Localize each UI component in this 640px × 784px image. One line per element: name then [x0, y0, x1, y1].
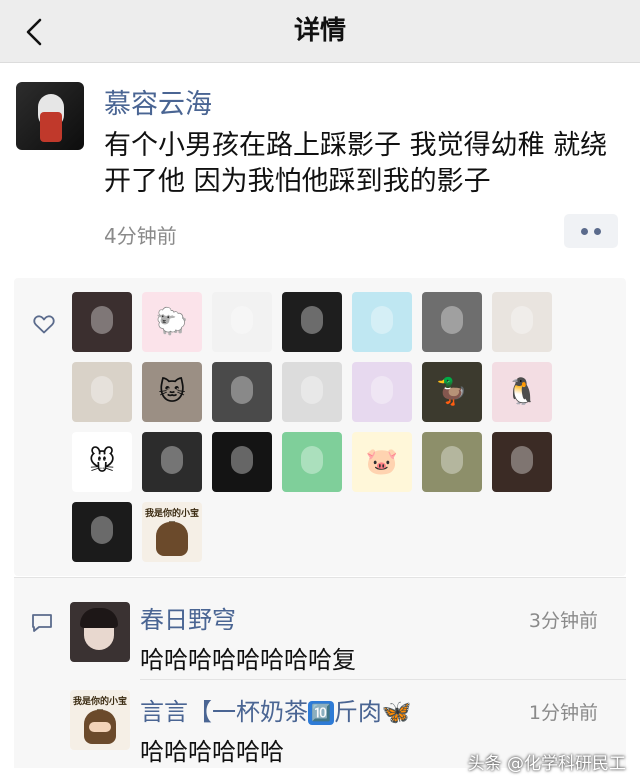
more-dots-icon	[594, 227, 601, 235]
like-avatar[interactable]	[212, 292, 272, 352]
avatar-silhouette	[511, 306, 533, 334]
author-avatar[interactable]	[16, 82, 84, 150]
divider	[140, 679, 626, 680]
avatar-silhouette	[371, 306, 393, 334]
comment-text: 哈哈哈哈哈哈哈哈复	[140, 646, 356, 674]
avatar-glyph: 🦆	[435, 377, 469, 407]
like-avatar[interactable]: 🐷	[352, 432, 412, 492]
avatar-silhouette	[301, 306, 323, 334]
post-content: 有个小男孩在路上踩影子 我觉得幼稚 就绕开了他 因为我怕他踩到我的影子	[104, 130, 608, 197]
like-avatar[interactable]: 🐭	[72, 432, 132, 492]
avatar-silhouette	[91, 516, 113, 544]
avatar-hair	[80, 608, 118, 628]
likes-section: 🐑 🐱 🦆 🐧 🐭 🐷 我是你的小宝贝	[14, 278, 626, 576]
like-avatar[interactable]: 🐑	[142, 292, 202, 352]
commenter-name[interactable]: 春日野穹	[140, 600, 236, 635]
avatar-figure	[156, 522, 188, 556]
avatar-silhouette	[231, 306, 253, 334]
comment-avatar[interactable]	[70, 602, 130, 662]
comment-avatar[interactable]: 我是你的小宝贝	[70, 690, 130, 750]
heart-icon	[33, 315, 55, 334]
like-avatar[interactable]: 🦆	[422, 362, 482, 422]
avatar-silhouette	[161, 446, 183, 474]
comment-time: 3分钟前	[528, 610, 598, 632]
more-button[interactable]	[564, 214, 618, 248]
commenter-name-prefix: 言言【一杯奶茶	[140, 698, 308, 726]
avatar-glyph: 🐧	[505, 377, 539, 407]
butterfly-emoji: 🦋	[381, 698, 412, 726]
avatar-silhouette	[371, 376, 393, 404]
top-bar: 详情	[0, 0, 640, 63]
avatar-glyph: 🐑	[155, 307, 189, 337]
commenter-name[interactable]: 言言【一杯奶茶 🔟 斤肉🦋	[140, 692, 412, 727]
avatar-silhouette	[511, 446, 533, 474]
comment-icon	[32, 614, 52, 632]
avatar-glyph: 🐷	[365, 447, 399, 477]
avatar-silhouette	[231, 376, 253, 404]
like-avatar[interactable]	[212, 362, 272, 422]
avatar-silhouette	[301, 446, 323, 474]
avatar-mask	[40, 112, 62, 142]
page-title: 详情	[293, 16, 346, 46]
like-avatar[interactable]	[142, 432, 202, 492]
like-avatar[interactable]: 🐧	[492, 362, 552, 422]
avatar-silhouette	[441, 446, 463, 474]
more-dots-icon	[581, 227, 588, 235]
avatar-glyph: 🐭	[88, 447, 116, 477]
like-avatar[interactable]	[492, 292, 552, 352]
like-avatar[interactable]	[492, 432, 552, 492]
like-avatar[interactable]	[72, 292, 132, 352]
commenter-name-suffix: 斤肉	[333, 698, 382, 726]
avatar-silhouette	[91, 306, 113, 334]
like-avatar[interactable]	[72, 502, 132, 562]
like-avatar[interactable]	[212, 432, 272, 492]
comment-text: 哈哈哈哈哈哈	[140, 738, 284, 766]
like-avatar[interactable]: 我是你的小宝贝	[142, 502, 202, 562]
like-avatar[interactable]: 🐱	[142, 362, 202, 422]
post-time: 4分钟前	[104, 224, 177, 248]
author-name[interactable]: 慕容云海	[104, 82, 212, 121]
like-avatar[interactable]	[352, 362, 412, 422]
like-avatar[interactable]	[422, 432, 482, 492]
comment-time: 1分钟前	[528, 702, 598, 724]
like-avatar[interactable]	[352, 292, 412, 352]
like-avatar[interactable]	[422, 292, 482, 352]
like-avatar[interactable]	[282, 292, 342, 352]
avatar-glyph: 🐱	[158, 377, 186, 407]
like-avatar[interactable]	[72, 362, 132, 422]
avatar-silhouette	[301, 376, 323, 404]
like-avatar[interactable]	[282, 432, 342, 492]
avatar-silhouette	[91, 376, 113, 404]
avatar-face	[89, 722, 111, 732]
like-avatar[interactable]	[282, 362, 342, 422]
avatar-silhouette	[441, 306, 463, 334]
watermark: 头条 @化学科研民工	[467, 754, 626, 774]
comments-section: 春日野穹 3分钟前 哈哈哈哈哈哈哈哈复 我是你的小宝贝 言言【一杯奶茶🔟斤肉🦋 …	[14, 577, 626, 768]
keycap-ten-emoji: 🔟	[308, 701, 334, 725]
avatar-silhouette	[231, 446, 253, 474]
